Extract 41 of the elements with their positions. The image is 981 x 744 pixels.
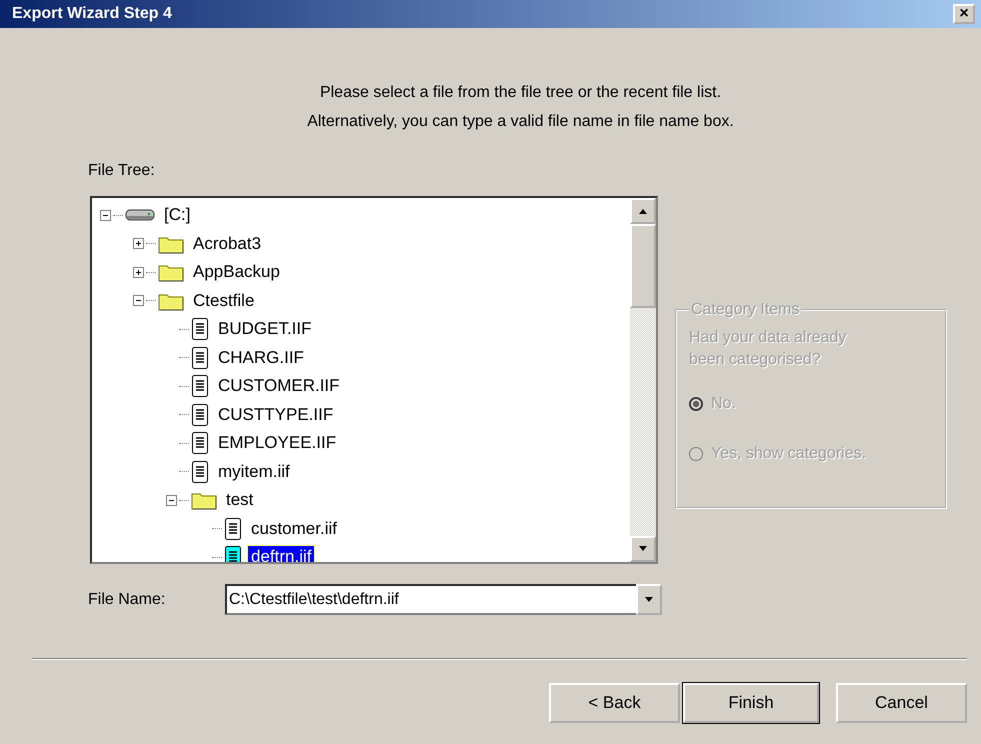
file-icon — [191, 346, 209, 370]
expander-icon[interactable] — [166, 494, 177, 506]
close-button[interactable]: × — [953, 4, 975, 24]
tree-item[interactable]: BUDGET.IIF — [215, 318, 315, 340]
file-icon — [224, 545, 242, 562]
file-icon — [191, 374, 209, 398]
tree-item[interactable]: CUSTOMER.IIF — [215, 375, 343, 398]
expander-icon[interactable] — [133, 295, 144, 306]
file-icon — [191, 460, 209, 484]
tree-item[interactable]: EMPLOYEE.IIF — [215, 432, 340, 454]
drive-icon — [125, 208, 155, 222]
tree-item[interactable]: [C:] — [161, 204, 194, 226]
down-arrow-icon[interactable] — [638, 546, 648, 552]
dropdown-icon[interactable] — [636, 584, 662, 615]
tree-item[interactable]: CUSTTYPE.IIF — [215, 404, 336, 426]
wizard-button[interactable]: Cancel — [836, 683, 967, 723]
expander-icon[interactable] — [100, 210, 111, 221]
tree-item[interactable]: myitem.iif — [215, 460, 293, 483]
tree-item[interactable]: test — [223, 489, 256, 512]
expander-icon[interactable] — [133, 266, 144, 278]
file-icon — [191, 317, 209, 342]
expander-icon[interactable] — [133, 238, 144, 250]
instruction-text: Please select a file from the file tree or the recent file list. — [318, 84, 722, 102]
instruction-text: Alternatively, you can type a valid file name in file name box. — [306, 113, 735, 131]
tree-item[interactable]: Acrobat3 — [190, 232, 264, 255]
scrollbar-thumb[interactable] — [630, 224, 656, 308]
wizard-button[interactable]: < Back — [549, 683, 680, 723]
file-name-label: File Name: — [88, 590, 166, 608]
file-icon — [224, 516, 242, 541]
tree-item[interactable]: CHARG.IIF — [215, 346, 307, 369]
wizard-button[interactable]: Finish — [683, 683, 819, 723]
file-name-field[interactable]: C:\Ctestfile\test\deftrn.iif — [225, 584, 636, 615]
scrollbar[interactable] — [630, 198, 656, 562]
tree-item[interactable]: Ctestfile — [190, 290, 258, 312]
file-tree-label: File Tree: — [88, 162, 156, 180]
file-icon — [191, 402, 209, 427]
tree-item[interactable]: AppBackup — [190, 261, 283, 284]
window-title: Export Wizard Step 4 — [12, 5, 172, 23]
file-icon — [191, 431, 209, 456]
up-arrow-icon[interactable] — [638, 208, 648, 214]
tree-item[interactable]: customer.iif — [248, 518, 340, 540]
